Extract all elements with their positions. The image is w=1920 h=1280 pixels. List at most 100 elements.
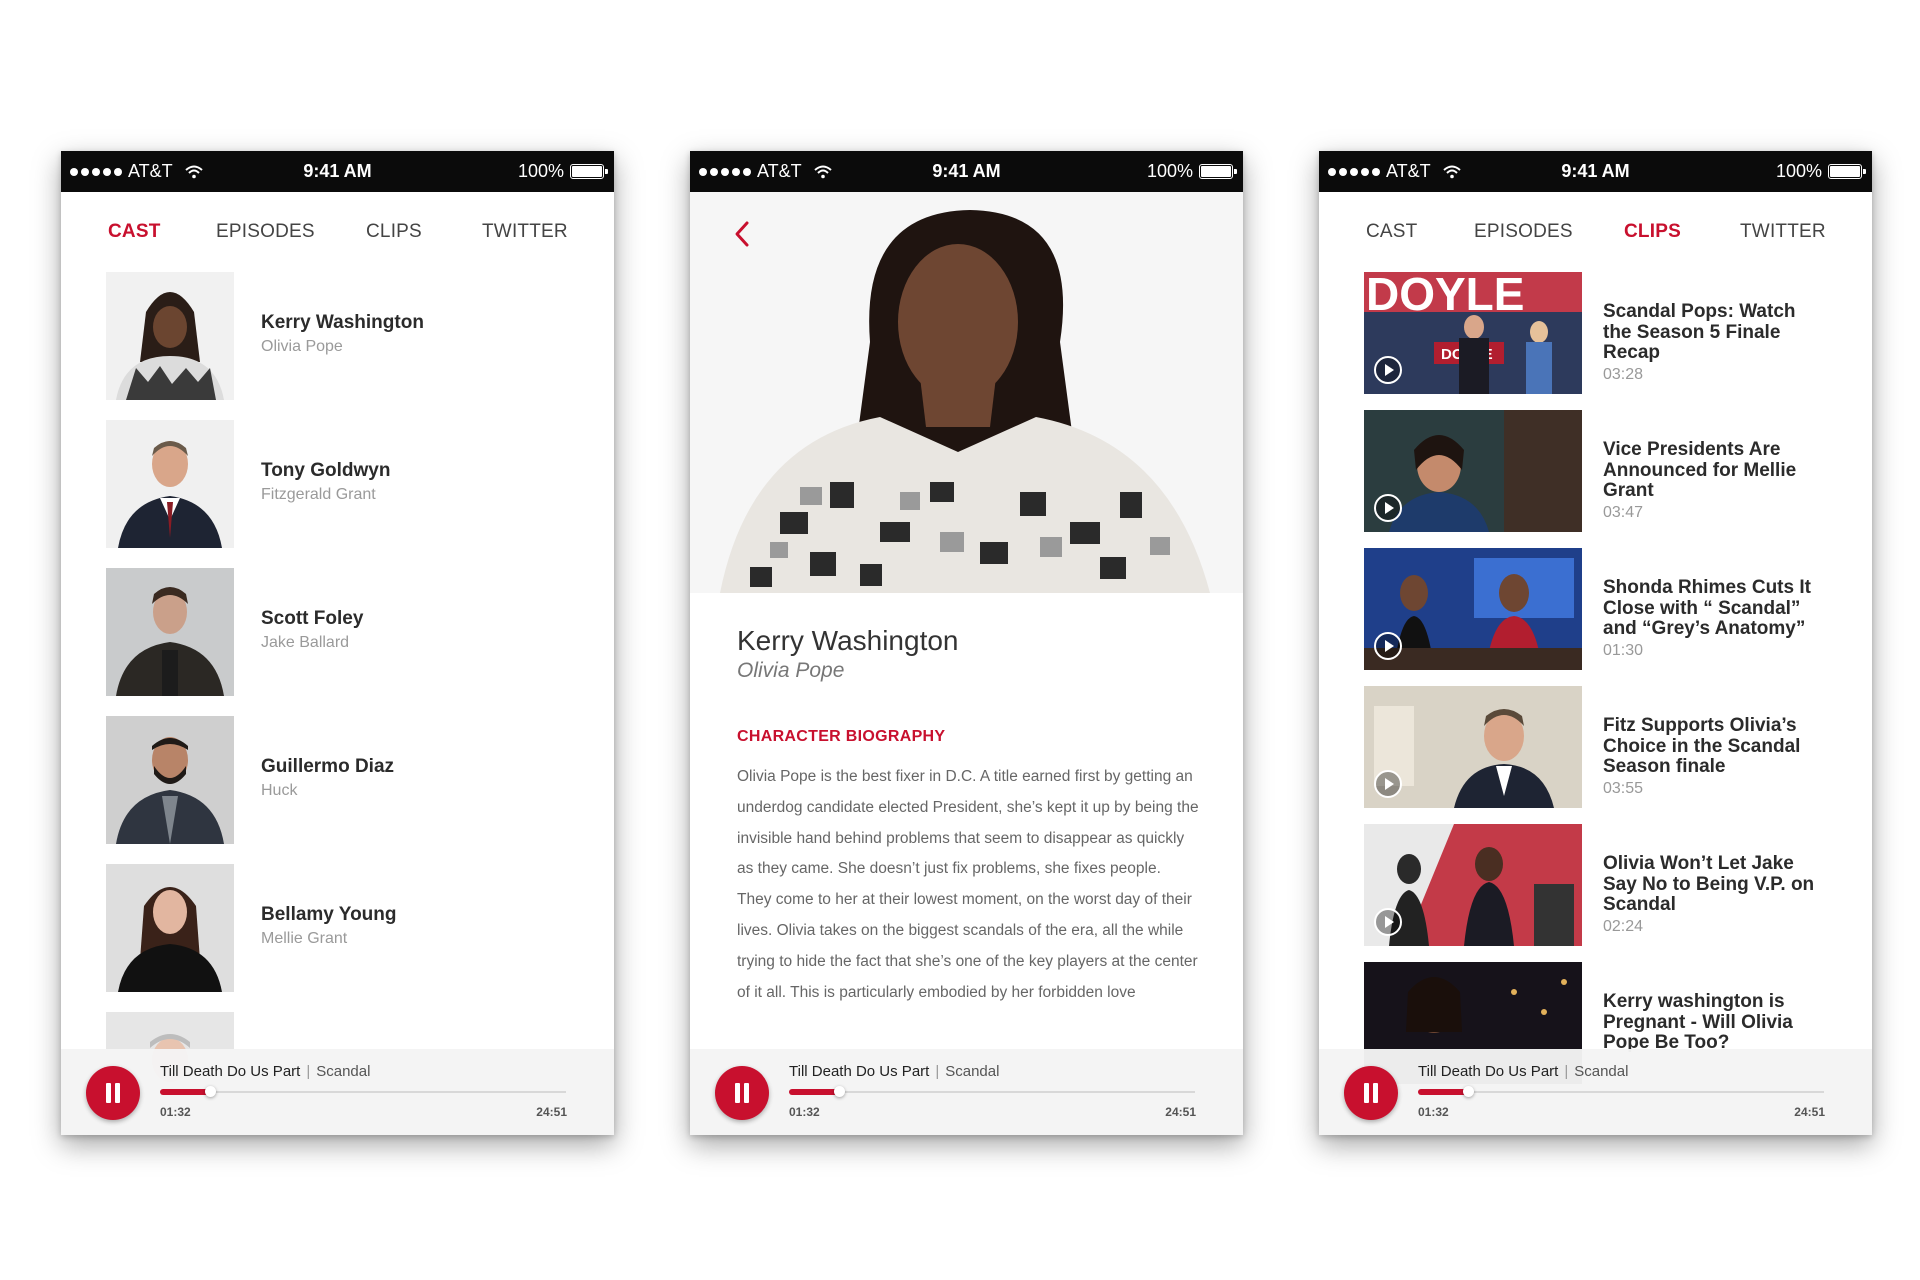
tab-clips[interactable]: CLIPS	[366, 221, 422, 243]
total-time: 24:51	[536, 1105, 567, 1119]
cast-item[interactable]: Tony Goldwyn Fitzgerald Grant	[106, 420, 566, 548]
cast-role: Fitzgerald Grant	[261, 486, 376, 503]
play-icon[interactable]	[1374, 908, 1402, 936]
episode-title: Till Death Do Us Part	[1418, 1063, 1559, 1080]
play-icon[interactable]	[1374, 632, 1402, 660]
clip-item[interactable]: Shonda Rhimes Cuts It Close with “ Scand…	[1364, 548, 1824, 670]
clip-item[interactable]: DOYLE DOYLE Scandal Pops: Watch the Seas…	[1364, 272, 1824, 394]
cast-detail-screen: AT&T 9:41 AM 100% Kerry Washington Olivi…	[690, 151, 1243, 1135]
bio-heading: CHARACTER BIOGRAPHY	[737, 728, 946, 745]
clip-thumbnail	[1364, 686, 1582, 808]
clip-thumbnail	[1364, 410, 1582, 532]
cast-role: Olivia Pope	[261, 338, 343, 355]
progress-knob[interactable]	[1463, 1086, 1474, 1097]
progress-knob[interactable]	[834, 1086, 845, 1097]
clip-item[interactable]: Fitz Supports Olivia’s Choice in the Sca…	[1364, 686, 1824, 808]
clip-thumbnail	[1364, 548, 1582, 670]
tab-twitter[interactable]: TWITTER	[482, 221, 568, 243]
progress-bar[interactable]	[789, 1086, 1195, 1097]
cast-name: Kerry Washington	[261, 312, 424, 333]
progress-fill	[160, 1089, 210, 1095]
battery-icon	[1199, 164, 1237, 179]
cast-screen: AT&T 9:41 AM 100% CAST EPISODES CLIPS TW…	[61, 151, 614, 1135]
elapsed-time: 01:32	[789, 1105, 820, 1119]
battery-percent: 100%	[1146, 161, 1193, 181]
tab-twitter[interactable]: TWITTER	[1740, 221, 1826, 243]
clip-title: Olivia Won’t Let Jake Say No to Being V.…	[1603, 853, 1815, 915]
title-separator: |	[1564, 1063, 1569, 1080]
cast-photo	[106, 568, 234, 696]
actor-name: Kerry Washington	[737, 625, 959, 656]
battery-percent: 100%	[517, 161, 564, 181]
battery-icon	[570, 164, 608, 179]
cast-name: Bellamy Young	[261, 904, 397, 925]
progress-bar[interactable]	[160, 1086, 566, 1097]
pause-button[interactable]	[1344, 1066, 1398, 1120]
progress-bar[interactable]	[1418, 1086, 1824, 1097]
status-bar: AT&T 9:41 AM 100%	[690, 151, 1243, 192]
cast-item[interactable]: Scott Foley Jake Ballard	[106, 568, 566, 696]
progress-fill	[789, 1089, 839, 1095]
pause-button[interactable]	[715, 1066, 769, 1120]
episode-title: Till Death Do Us Part	[160, 1063, 301, 1080]
clip-duration: 01:30	[1603, 642, 1644, 659]
clip-duration: 03:55	[1603, 780, 1644, 797]
clip-title: Kerry washington is Pregnant - Will Oliv…	[1603, 991, 1793, 1053]
clip-title: Shonda Rhimes Cuts It Close with “ Scand…	[1603, 577, 1811, 639]
cast-photo	[106, 272, 234, 400]
clip-item[interactable]: Vice Presidents Are Announced for Mellie…	[1364, 410, 1824, 532]
total-time: 24:51	[1794, 1105, 1825, 1119]
battery-percent: 100%	[1775, 161, 1822, 181]
show-title: Scandal	[945, 1063, 1000, 1080]
tab-cast[interactable]: CAST	[108, 221, 161, 243]
tab-episodes[interactable]: EPISODES	[216, 221, 315, 243]
clips-screen: AT&T 9:41 AM 100% CAST EPISODES CLIPS TW…	[1319, 151, 1872, 1135]
elapsed-time: 01:32	[160, 1105, 191, 1119]
pause-button[interactable]	[86, 1066, 140, 1120]
cast-item[interactable]: Bellamy Young Mellie Grant	[106, 864, 566, 992]
mini-player: Till Death Do Us Part | Scandal 01:32 24:5…	[690, 1049, 1243, 1135]
tab-clips[interactable]: CLIPS	[1624, 221, 1681, 243]
cast-item[interactable]: Guillermo Diaz Huck	[106, 716, 566, 844]
thumb-sign-text: DOYLE	[1366, 272, 1524, 320]
progress-fill	[1418, 1089, 1468, 1095]
elapsed-time: 01:32	[1418, 1105, 1449, 1119]
clip-duration: 02:24	[1603, 918, 1644, 935]
show-title: Scandal	[316, 1063, 371, 1080]
cast-role: Huck	[261, 782, 298, 799]
status-bar: AT&T 9:41 AM 100%	[1319, 151, 1872, 192]
cast-name: Guillermo Diaz	[261, 756, 395, 777]
cast-name: Scott Foley	[261, 608, 364, 629]
battery-icon	[1828, 164, 1866, 179]
total-time: 24:51	[1165, 1105, 1196, 1119]
cast-photo	[106, 864, 234, 992]
cast-photo	[106, 716, 234, 844]
status-bar: AT&T 9:41 AM 100%	[61, 151, 614, 192]
back-arrow-icon[interactable]	[728, 219, 758, 249]
cast-role: Jake Ballard	[261, 634, 350, 651]
tab-cast[interactable]: CAST	[1366, 221, 1417, 243]
tab-episodes[interactable]: EPISODES	[1474, 221, 1573, 243]
episode-title: Till Death Do Us Part	[789, 1063, 930, 1080]
cast-name: Tony Goldwyn	[261, 460, 391, 481]
clip-title: Fitz Supports Olivia’s Choice in the Sca…	[1603, 715, 1801, 777]
character-name: Olivia Pope	[737, 659, 845, 682]
progress-knob[interactable]	[205, 1086, 216, 1097]
play-icon[interactable]	[1374, 494, 1402, 522]
tab-bar: CAST EPISODES CLIPS TWITTER	[61, 221, 614, 255]
title-separator: |	[306, 1063, 311, 1080]
clip-title: Scandal Pops: Watch the Season 5 Finale …	[1603, 301, 1796, 363]
mini-player: Till Death Do Us Part | Scandal 01:32 24:5…	[1319, 1049, 1872, 1135]
hero-photo	[690, 192, 1243, 593]
play-icon[interactable]	[1374, 356, 1402, 384]
bio-text: Olivia Pope is the best fixer in D.C. A …	[737, 768, 1199, 1001]
clip-item[interactable]: Olivia Won’t Let Jake Say No to Being V.…	[1364, 824, 1824, 946]
clip-title: Vice Presidents Are Announced for Mellie…	[1603, 439, 1797, 501]
mini-player: Till Death Do Us Part | Scandal 01:32 24:5…	[61, 1049, 614, 1135]
show-title: Scandal	[1574, 1063, 1629, 1080]
cast-photo	[106, 420, 234, 548]
clip-duration: 03:28	[1603, 366, 1644, 383]
play-icon[interactable]	[1374, 770, 1402, 798]
cast-item[interactable]: Kerry Washington Olivia Pope	[106, 272, 566, 400]
title-separator: |	[935, 1063, 940, 1080]
